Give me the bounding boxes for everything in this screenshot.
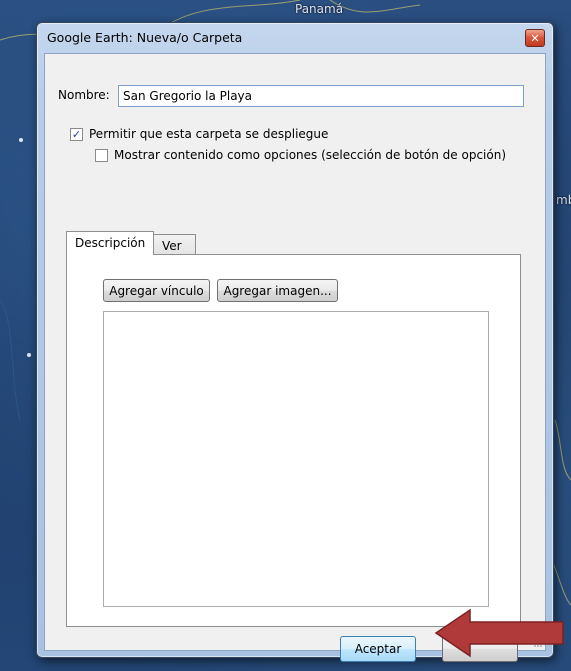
close-button[interactable]: ✕ [525, 29, 545, 47]
dialog-titlebar[interactable]: Google Earth: Nueva/o Carpeta ✕ [37, 23, 553, 53]
ok-button[interactable]: Aceptar [340, 636, 416, 662]
dialog-title: Google Earth: Nueva/o Carpeta [47, 30, 243, 45]
description-tab-panel: Agregar vínculo Agregar imagen... [66, 254, 521, 627]
tab-descripcion[interactable]: Descripción [66, 231, 154, 255]
radio-options-checkbox-row[interactable]: Mostrar contenido como opciones (selecci… [95, 148, 506, 162]
name-field[interactable] [118, 85, 524, 107]
expand-checkbox-row[interactable]: ✓ Permitir que esta carpeta se despliegu… [70, 127, 328, 141]
expand-checkbox-label: Permitir que esta carpeta se despliegue [89, 127, 329, 141]
map-label-panama: Panamá [295, 2, 344, 16]
radio-options-checkbox-label: Mostrar contenido como opciones (selecci… [114, 148, 507, 162]
map-label-right: mb [556, 193, 571, 207]
add-link-button[interactable]: Agregar vínculo [103, 279, 210, 302]
expand-checkbox[interactable]: ✓ [70, 127, 83, 141]
radio-options-checkbox[interactable] [95, 148, 108, 162]
red-arrow-icon [434, 608, 564, 658]
close-icon: ✕ [530, 31, 540, 45]
new-folder-dialog: Google Earth: Nueva/o Carpeta ✕ Nombre: … [36, 22, 554, 662]
dialog-client-area: Nombre: ✓ Permitir que esta carpeta se d… [44, 53, 546, 662]
add-image-button[interactable]: Agregar imagen... [217, 279, 338, 302]
tab-ver[interactable]: Ver [153, 234, 196, 255]
description-textarea[interactable] [103, 311, 489, 607]
name-label: Nombre: [58, 88, 110, 102]
